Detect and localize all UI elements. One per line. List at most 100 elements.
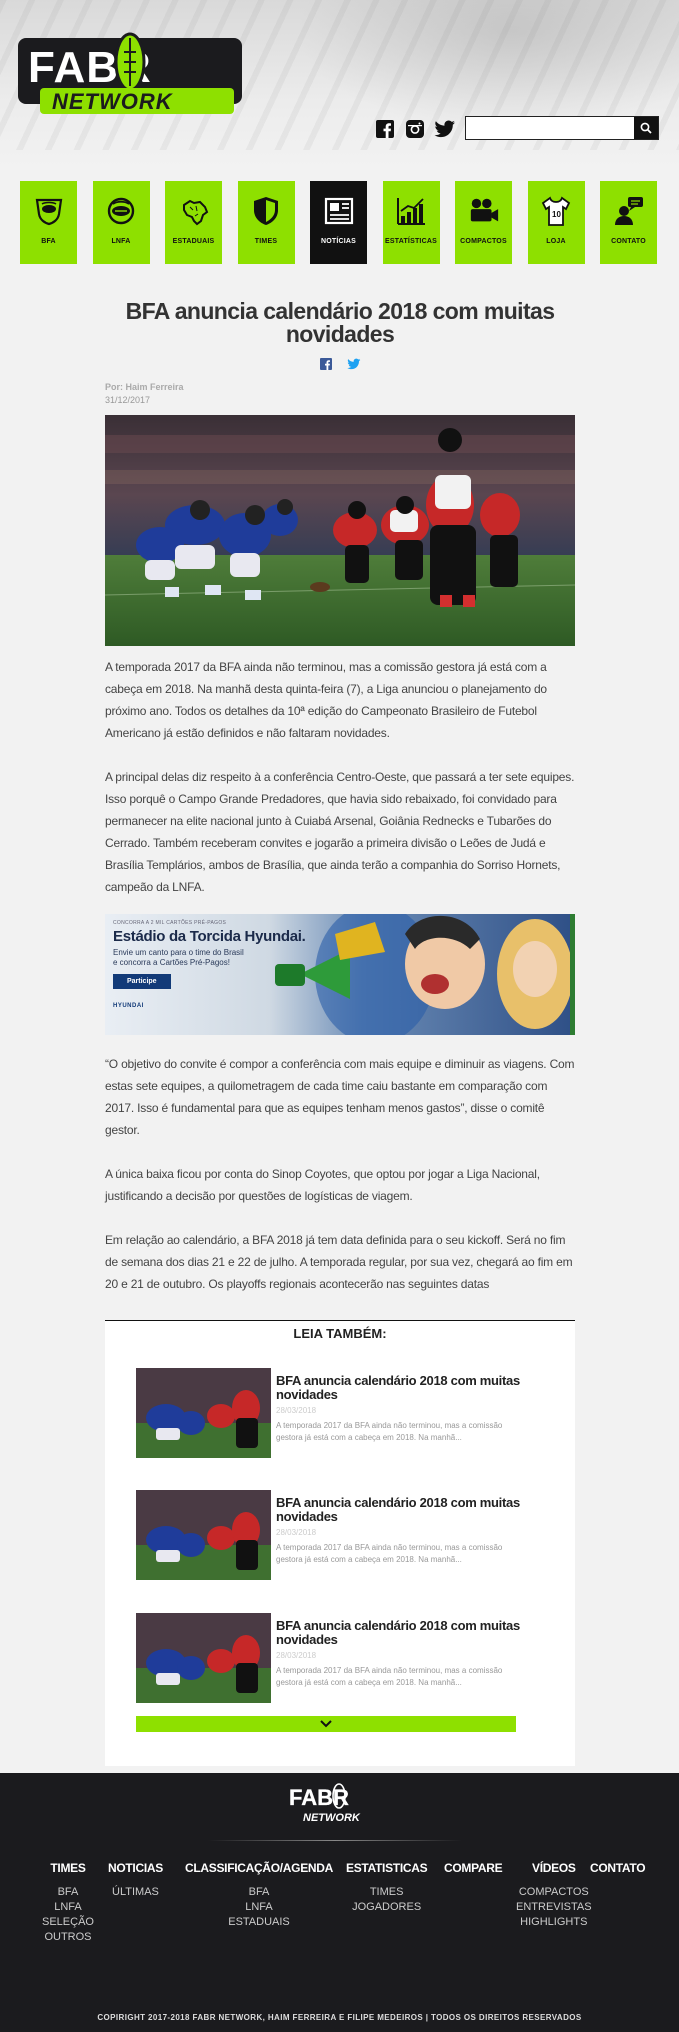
article-paragraph: A principal delas diz respeito à a confe… <box>105 770 575 894</box>
related-article-thumbnail <box>136 1490 271 1580</box>
nav-label: TIMES <box>254 238 278 245</box>
shield-icon <box>250 195 282 227</box>
related-article-title: BFA anuncia calendário 2018 com muitas n… <box>276 1618 520 1647</box>
related-article[interactable]: BFA anuncia calendário 2018 com muitas n… <box>136 1368 520 1458</box>
related-article-thumbnail <box>136 1368 271 1458</box>
search-box <box>465 116 659 140</box>
footer-col-compare: COMPARE <box>444 1861 503 1875</box>
ad-title: Estádio da Torcida Hyundai. <box>113 928 306 945</box>
related-article[interactable]: BFA anuncia calendário 2018 com muitas n… <box>136 1613 520 1703</box>
nav-item-lnfa[interactable]: LNFA <box>92 181 150 264</box>
footer-link[interactable]: JOGADORES <box>346 1900 427 1915</box>
footer-heading[interactable]: COMPARE <box>444 1861 503 1875</box>
jersey-icon: 10 <box>540 195 572 227</box>
footer-heading: TIMES <box>50 1861 86 1875</box>
chevron-down-icon <box>320 1720 332 1728</box>
footer-heading: ESTATISTICAS <box>346 1861 428 1875</box>
related-article[interactable]: BFA anuncia calendário 2018 com muitas n… <box>136 1490 520 1580</box>
footer-link[interactable]: OUTROS <box>42 1930 94 1945</box>
page: FABR NETWORK BFA LNFA ESTADUAIS TIMES NO… <box>0 0 679 2032</box>
footer-link[interactable]: TIMES <box>346 1885 427 1900</box>
main-nav: BFA LNFA ESTADUAIS TIMES NOTÍCIAS ESTATÍ… <box>20 181 657 264</box>
related-article-title: BFA anuncia calendário 2018 com muitas n… <box>276 1373 520 1402</box>
nav-item-loja[interactable]: 10 LOJA <box>527 181 585 264</box>
ad-banner[interactable]: CONCORRA A 2 MIL CARTÕES PRÉ-PAGOS Estád… <box>105 914 575 1035</box>
footer-link[interactable]: SELEÇÃO <box>42 1915 94 1930</box>
footer-col-times: TIMES BFA LNFA SELEÇÃO OUTROS <box>42 1861 94 1945</box>
nav-label: ESTADUAIS <box>172 238 215 245</box>
nav-item-contato[interactable]: CONTATO <box>600 181 657 264</box>
nav-item-estaduais[interactable]: ESTADUAIS <box>165 181 222 264</box>
footer-link[interactable]: COMPACTOS <box>516 1885 592 1900</box>
footer-logo[interactable]: FABR NETWORK <box>287 1783 391 1825</box>
article-paragraph: “O objetivo do convite é compor a confer… <box>105 1057 575 1137</box>
related-article-date: 28/03/2018 <box>276 1406 317 1415</box>
svg-text:NETWORK: NETWORK <box>52 89 174 114</box>
nav-label: CONTATO <box>611 238 646 245</box>
footer: FABR NETWORK TIMES BFA LNFA SELEÇÃO OUTR… <box>0 1773 679 2032</box>
facebook-share-icon[interactable] <box>318 356 334 372</box>
nav-label: LNFA <box>111 238 131 245</box>
article-paragraph: A temporada 2017 da BFA ainda não termin… <box>105 660 547 740</box>
share-buttons <box>105 356 575 372</box>
social-links <box>374 118 456 140</box>
footer-link[interactable]: HIGHLIGHTS <box>516 1915 592 1930</box>
footer-heading[interactable]: CONTATO <box>590 1861 646 1875</box>
site-logo[interactable]: FABR NETWORK <box>18 24 242 124</box>
nav-label: NOTÍCIAS <box>320 238 357 245</box>
footer-heading: NOTICIAS <box>108 1861 163 1875</box>
instagram-icon[interactable] <box>404 118 426 140</box>
twitter-icon[interactable] <box>434 118 456 140</box>
footer-link[interactable]: LNFA <box>42 1900 94 1915</box>
lnfa-logo-icon <box>105 195 137 227</box>
search-icon <box>640 122 652 134</box>
twitter-share-icon[interactable] <box>346 356 362 372</box>
footer-link[interactable]: LNFA <box>185 1900 333 1915</box>
ad-participe-button[interactable]: Participe <box>113 974 171 989</box>
related-article-excerpt: A temporada 2017 da BFA ainda não termin… <box>276 1666 503 1687</box>
svg-text:10: 10 <box>552 210 561 219</box>
facebook-icon[interactable] <box>374 118 396 140</box>
footer-heading: VÍDEOS <box>532 1861 576 1875</box>
brazil-map-icon <box>178 195 210 227</box>
article-meta: Por: Haim Ferreira 31/12/2017 <box>105 381 575 407</box>
article-title: BFA anuncia calendário 2018 com muitas n… <box>125 298 555 347</box>
footer-heading: CLASSIFICAÇÃO/AGENDA <box>185 1861 334 1875</box>
contact-icon <box>613 195 645 227</box>
nav-item-compactos[interactable]: COMPACTOS <box>455 181 512 264</box>
load-more-button[interactable] <box>136 1716 516 1732</box>
nav-item-bfa[interactable]: BFA <box>20 181 77 264</box>
read-also-section: LEIA TAMBÉM: BFA anuncia calendário 2018… <box>105 1320 575 1766</box>
ad-brand: HYUNDAI <box>113 1003 144 1009</box>
footer-link[interactable]: BFA <box>42 1885 94 1900</box>
footer-col-classificacao: CLASSIFICAÇÃO/AGENDA BFA LNFA ESTADUAIS <box>185 1861 333 1930</box>
nav-item-noticias[interactable]: NOTÍCIAS <box>310 181 367 264</box>
search-input[interactable] <box>466 117 634 139</box>
nav-label: COMPACTOS <box>460 238 507 245</box>
related-article-thumbnail <box>136 1613 271 1703</box>
footer-link[interactable]: ESTADUAIS <box>185 1915 333 1930</box>
footer-col-noticias: NOTICIAS ÚLTIMAS <box>108 1861 163 1900</box>
footer-link[interactable]: ÚLTIMAS <box>108 1885 163 1900</box>
related-article-title: BFA anuncia calendário 2018 com muitas n… <box>276 1495 520 1524</box>
nav-label: LOJA <box>546 238 566 245</box>
read-also-title: LEIA TAMBÉM: <box>293 1326 387 1341</box>
chart-icon <box>395 195 427 227</box>
nav-item-estatisticas[interactable]: ESTATÍSTICAS <box>382 181 440 264</box>
camera-icon <box>468 195 500 227</box>
footer-link[interactable]: ENTREVISTAS <box>516 1900 592 1915</box>
footer-col-videos: VÍDEOS COMPACTOS ENTREVISTAS HIGHLIGHTS <box>516 1861 592 1930</box>
related-article-date: 28/03/2018 <box>276 1528 317 1537</box>
article-hero-image <box>105 415 575 646</box>
article-paragraph: A única baixa ficou por conta do Sinop C… <box>105 1167 540 1203</box>
related-article-excerpt: A temporada 2017 da BFA ainda não termin… <box>276 1421 503 1442</box>
svg-text:FABR: FABR <box>289 1785 349 1810</box>
ad-line-2: e concorra a Cartões Pré-Pagos! <box>113 958 230 967</box>
nav-label: BFA <box>41 238 56 245</box>
article-author: Por: Haim Ferreira <box>105 382 184 392</box>
related-article-date: 28/03/2018 <box>276 1651 317 1660</box>
nav-item-times[interactable]: TIMES <box>237 181 295 264</box>
search-button[interactable] <box>634 117 658 139</box>
article-paragraph: Em relação ao calendário, a BFA 2018 já … <box>105 1233 573 1291</box>
footer-link[interactable]: BFA <box>185 1885 333 1900</box>
